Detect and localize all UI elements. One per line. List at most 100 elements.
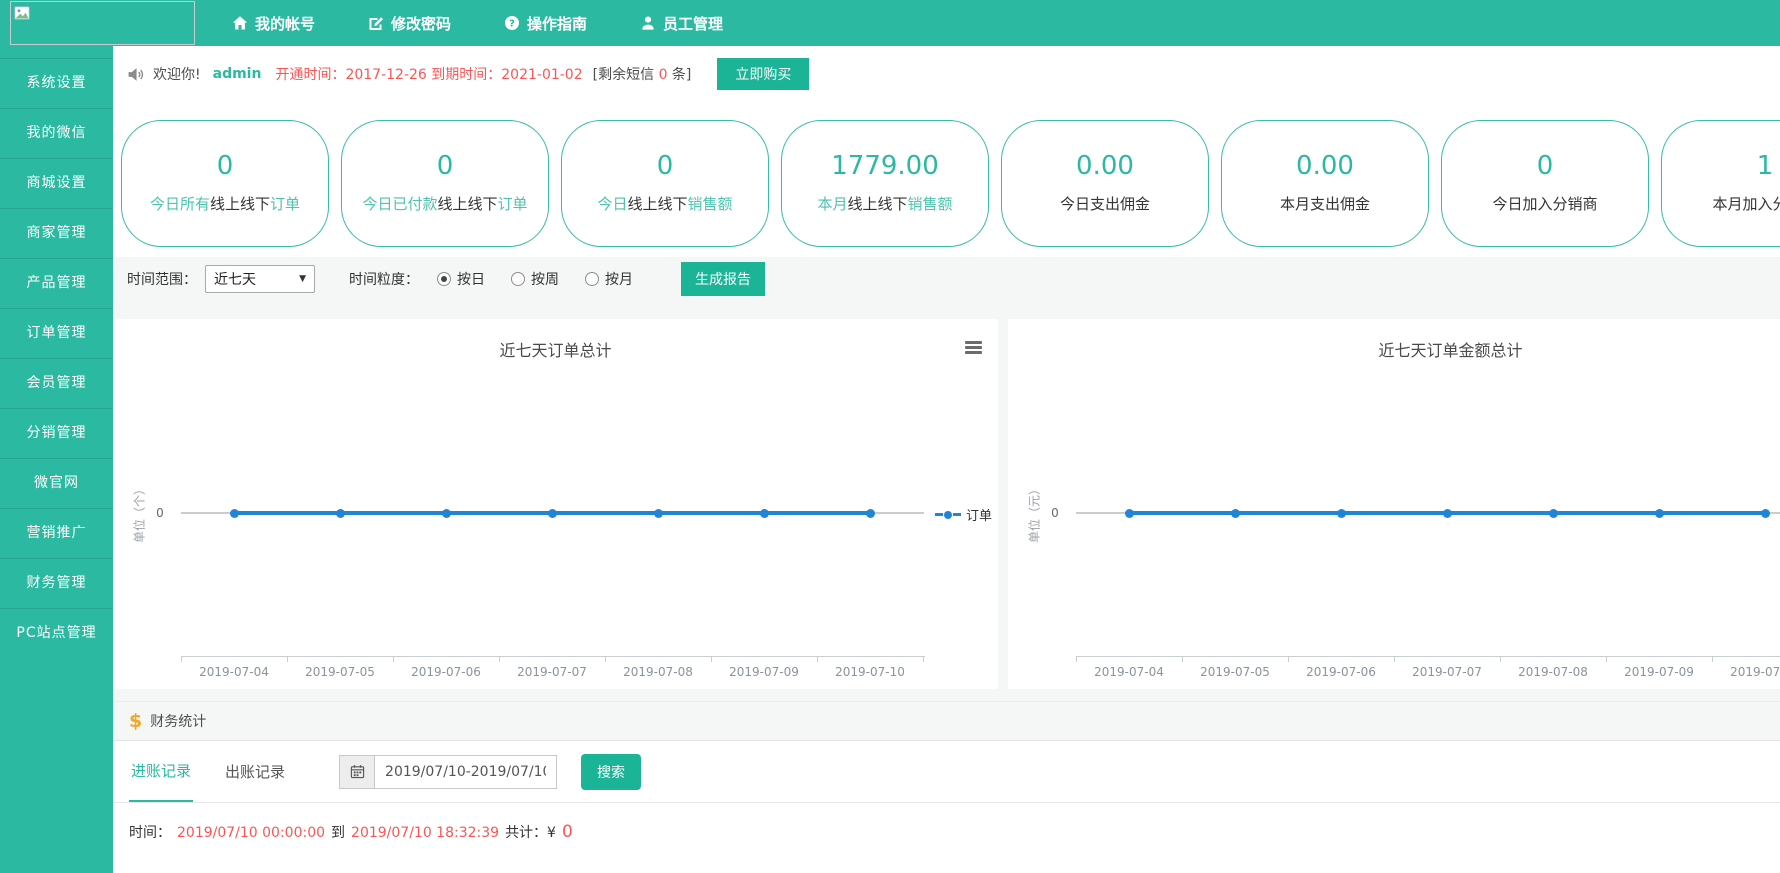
sidebar-item-7[interactable]: 会员管理 xyxy=(0,358,113,408)
nav-item-label: 修改密码 xyxy=(391,13,451,34)
data-point xyxy=(442,509,451,518)
stat-value: 0 xyxy=(342,151,548,181)
x-axis-date-label: 2019-07-06 xyxy=(1306,665,1376,679)
stat-label: 本月线上线下销售额 xyxy=(782,193,988,214)
x-axis-tick xyxy=(1606,656,1607,662)
chart-menu-icon[interactable] xyxy=(965,341,982,356)
speaker-icon xyxy=(127,66,144,83)
radio-label: 按日 xyxy=(457,269,485,289)
time-range-label: 时间范围： xyxy=(127,269,197,289)
charts-row: 近七天订单总计单位（个）02019-07-042019-07-052019-07… xyxy=(113,301,1780,701)
total-value: 0 xyxy=(562,822,573,842)
nav-item-3[interactable]: ? 操作指南 xyxy=(504,13,587,34)
stat-value: 0.00 xyxy=(1222,151,1428,181)
data-point xyxy=(654,509,663,518)
sidebar-item-3[interactable]: 商城设置 xyxy=(0,158,113,208)
sidebar-item-2[interactable]: 我的微信 xyxy=(0,108,113,158)
nav-item-2[interactable]: 修改密码 xyxy=(368,13,451,34)
sidebar-item-6[interactable]: 订单管理 xyxy=(0,308,113,358)
calendar-icon[interactable] xyxy=(339,755,375,789)
x-axis-date-label: 2019-07-10 xyxy=(1730,665,1780,679)
tab-income-records[interactable]: 进账记录 xyxy=(129,741,193,802)
username: admin xyxy=(213,66,262,82)
search-button[interactable]: 搜索 xyxy=(581,754,641,790)
time-range-select[interactable]: 近七天 ▼ xyxy=(205,265,315,293)
stat-value: 0 xyxy=(1442,151,1648,181)
date-range-group xyxy=(339,755,557,789)
sidebar-item-8[interactable]: 分销管理 xyxy=(0,408,113,458)
stat-card-5: 0.00今日支出佣金 xyxy=(1001,120,1209,247)
x-axis-tick xyxy=(393,656,394,662)
sidebar-item-10[interactable]: 营销推广 xyxy=(0,508,113,558)
stat-label: 本月加入分销商 xyxy=(1662,193,1780,214)
chart-panel-2: 近七天订单金额总计单位（元）02019-07-042019-07-052019-… xyxy=(1008,319,1780,689)
stat-card-8: 1本月加入分销商 xyxy=(1661,120,1780,247)
x-axis-tick xyxy=(711,656,712,662)
report-controls: 时间范围： 近七天 ▼ 时间粒度： 按日按周按月 生成报告 xyxy=(113,257,1780,301)
stat-card-3: 0今日线上线下销售额 xyxy=(561,120,769,247)
nav-item-label: 操作指南 xyxy=(527,13,587,34)
x-axis-tick xyxy=(605,656,606,662)
x-axis-tick xyxy=(923,656,924,662)
radio-按周[interactable]: 按周 xyxy=(511,269,559,289)
x-axis-date-label: 2019-07-08 xyxy=(1518,665,1588,679)
sidebar: 系统设置我的微信商城设置商家管理产品管理订单管理会员管理分销管理微官网营销推广财… xyxy=(0,46,113,873)
welcome-greeting: 欢迎你! xyxy=(153,64,201,84)
x-axis-date-label: 2019-07-08 xyxy=(623,665,693,679)
sidebar-item-11[interactable]: 财务管理 xyxy=(0,558,113,608)
chart-legend[interactable]: 订单 xyxy=(935,505,992,524)
data-point xyxy=(1231,509,1240,518)
data-point xyxy=(1761,509,1770,518)
report-zone: 时间范围： 近七天 ▼ 时间粒度： 按日按周按月 生成报告 近七天订单总计单位（… xyxy=(113,257,1780,701)
sms-remaining: [剩余短信 0 条] xyxy=(593,64,692,84)
x-axis-date-label: 2019-07-09 xyxy=(729,665,799,679)
stat-card-6: 0.00 本月支出佣金 xyxy=(1221,120,1429,247)
legend-label: 订单 xyxy=(966,505,992,524)
stat-label: 今日所有线上线下订单 xyxy=(122,193,328,214)
x-axis-line xyxy=(181,656,925,657)
buy-now-button[interactable]: 立即购买 xyxy=(717,58,809,90)
sidebar-spacer xyxy=(0,46,113,58)
x-axis-date-label: 2019-07-05 xyxy=(1200,665,1270,679)
date-range-input[interactable] xyxy=(375,755,557,789)
home-icon xyxy=(232,15,248,31)
generate-report-button[interactable]: 生成报告 xyxy=(681,262,765,296)
radio-按月[interactable]: 按月 xyxy=(585,269,633,289)
data-point xyxy=(1655,509,1664,518)
x-axis-date-label: 2019-07-05 xyxy=(305,665,375,679)
x-axis-date-label: 2019-07-10 xyxy=(835,665,905,679)
stat-cards: 0今日所有线上线下订单0今日已付款线上线下订单0今日线上线下销售额1779.00… xyxy=(113,102,1780,257)
sidebar-item-5[interactable]: 产品管理 xyxy=(0,258,113,308)
x-axis-date-label: 2019-07-07 xyxy=(1412,665,1482,679)
tab-outgoing-records[interactable]: 出账记录 xyxy=(223,741,287,802)
radio-按日[interactable]: 按日 xyxy=(437,269,485,289)
sidebar-item-4[interactable]: 商家管理 xyxy=(0,208,113,258)
nav-item-1[interactable]: 我的帐号 xyxy=(232,13,315,34)
data-point xyxy=(866,509,875,518)
help-icon: ? xyxy=(504,15,520,31)
radio-circle xyxy=(437,272,451,286)
dollar-icon: $ xyxy=(129,710,142,732)
y-axis-tick: 0 xyxy=(156,506,164,520)
broken-image-icon xyxy=(14,5,30,21)
x-axis-tick xyxy=(1712,656,1713,662)
nav-item-4[interactable]: 员工管理 xyxy=(640,13,723,34)
sidebar-item-12[interactable]: PC站点管理 xyxy=(0,608,113,658)
x-axis-tick xyxy=(817,656,818,662)
x-axis-tick xyxy=(287,656,288,662)
y-axis-label: 单位（元） xyxy=(1026,483,1043,543)
top-header: 我的帐号 修改密码? 操作指南 员工管理 xyxy=(0,0,1780,46)
x-axis-date-label: 2019-07-04 xyxy=(1094,665,1164,679)
stat-card-7: 0今日加入分销商 xyxy=(1441,120,1649,247)
x-axis-tick xyxy=(181,656,182,662)
y-axis-tick: 0 xyxy=(1051,506,1059,520)
x-axis-tick xyxy=(1288,656,1289,662)
x-axis-tick xyxy=(1182,656,1183,662)
sidebar-item-1[interactable]: 系统设置 xyxy=(0,58,113,108)
dashboard-page: 我的帐号修改密码?操作指南员工管理 系统设置我的微信商城设置商家管理产品管理订单… xyxy=(0,0,1780,873)
welcome-bar: 欢迎你! admin 开通时间：2017-12-26 到期时间：2021-01-… xyxy=(113,46,1780,102)
y-axis-label: 单位（个） xyxy=(131,483,148,543)
sidebar-item-9[interactable]: 微官网 xyxy=(0,458,113,508)
stat-label: 今日已付款线上线下订单 xyxy=(342,193,548,214)
stat-label: 本月支出佣金 xyxy=(1222,193,1428,214)
